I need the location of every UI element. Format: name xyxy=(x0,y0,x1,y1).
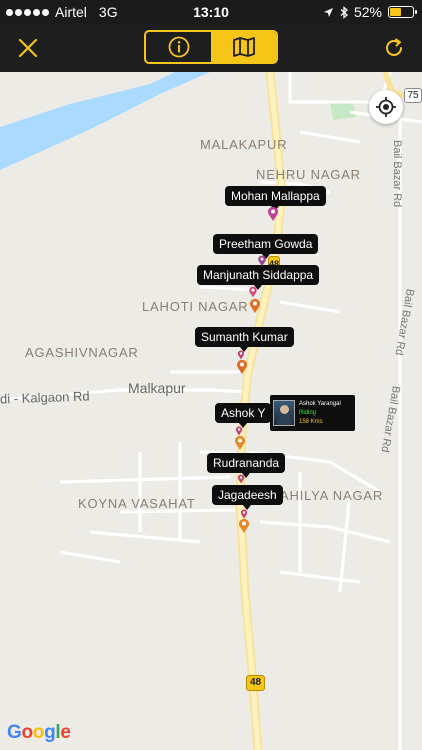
map-view[interactable]: MALAKAPUR NEHRU NAGAR LAHOTI NAGAR AGASH… xyxy=(0,72,422,750)
app-root: Airtel 3G 13:10 52% MALAKAPUR NEHRU NAGA… xyxy=(0,0,422,750)
place-label: NEHRU NAGAR xyxy=(256,167,361,182)
rider-label[interactable]: Manjunath Siddappa xyxy=(197,265,320,290)
rider-info-card[interactable]: Ashok Yarangal Riding 158 Kms xyxy=(270,395,355,431)
nav-bar xyxy=(0,24,422,72)
river xyxy=(0,72,210,170)
rider-info: Ashok Yarangal Riding 158 Kms xyxy=(299,400,341,427)
place-label: AGASHIVNAGAR xyxy=(25,345,139,360)
my-location-button[interactable] xyxy=(369,90,403,124)
battery-fill xyxy=(390,8,401,16)
place-label: MALAKAPUR xyxy=(200,137,288,152)
google-logo: Google xyxy=(7,722,71,743)
close-icon xyxy=(18,38,38,58)
info-icon xyxy=(168,36,189,58)
location-arrow-icon xyxy=(323,7,333,17)
rider-distance: 158 Kms xyxy=(299,418,323,425)
close-button[interactable] xyxy=(12,32,44,64)
rider-status: Riding xyxy=(299,409,317,416)
rider-label[interactable]: Mohan Mallappa xyxy=(225,186,326,211)
rider-label[interactable]: Rudrananda xyxy=(207,453,286,478)
place-label: KOYNA VASAHAT xyxy=(78,496,196,511)
refresh-button[interactable] xyxy=(378,32,410,64)
rider-name: Ashok Yarangal xyxy=(299,400,341,407)
rider-pin-icon[interactable] xyxy=(267,206,279,222)
rider-pin-icon[interactable] xyxy=(249,298,261,314)
road-label: Malkapur xyxy=(128,380,186,396)
road-label: di - Kalgaon Rd xyxy=(0,388,90,407)
info-tab[interactable] xyxy=(146,32,211,62)
rider-pin-icon[interactable] xyxy=(248,286,258,298)
view-toggle xyxy=(144,30,278,64)
highway-shield: 48 xyxy=(246,675,265,691)
rider-pin-icon[interactable] xyxy=(234,435,246,451)
refresh-icon xyxy=(386,38,402,56)
highway-shield: 75 xyxy=(404,88,422,103)
status-bar: Airtel 3G 13:10 52% xyxy=(0,0,422,24)
road-label: Bail Bazar Rd xyxy=(391,140,403,208)
status-right: 52% xyxy=(323,4,417,20)
battery-icon xyxy=(388,6,417,18)
battery-label: 52% xyxy=(353,4,382,20)
place-label: LAHOTI NAGAR xyxy=(142,299,249,314)
avatar xyxy=(273,400,295,426)
crosshair-icon xyxy=(376,97,396,117)
rider-label[interactable]: Preetham Gowda xyxy=(213,234,319,259)
bluetooth-icon xyxy=(340,5,348,19)
map-tab[interactable] xyxy=(211,32,276,62)
rider-pin-icon[interactable] xyxy=(236,474,246,484)
rider-label[interactable]: Ashok Y xyxy=(215,403,272,428)
rider-pin-icon[interactable] xyxy=(238,518,250,534)
rider-pin-icon[interactable] xyxy=(257,255,267,267)
place-label: AHILYA NAGAR xyxy=(280,488,384,503)
rider-label[interactable]: Jagadeesh xyxy=(212,485,283,510)
map-icon xyxy=(232,37,255,57)
rider-pin-icon[interactable] xyxy=(236,359,248,375)
rider-label[interactable]: Sumanth Kumar xyxy=(195,327,294,352)
